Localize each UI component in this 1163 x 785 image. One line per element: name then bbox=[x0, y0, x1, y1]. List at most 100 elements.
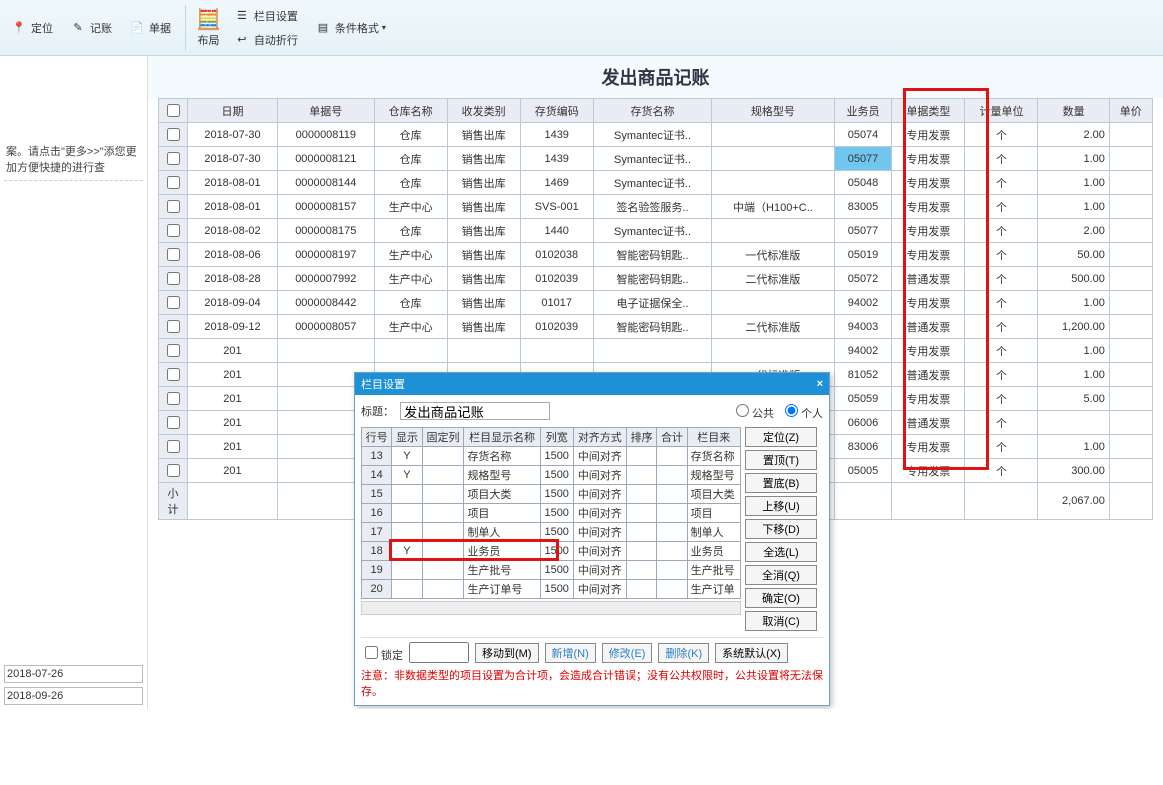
lock-checkbox[interactable]: 锁定 bbox=[361, 643, 403, 663]
dlg-row[interactable]: 19生产批号1500中间对齐生产批号 bbox=[362, 561, 741, 580]
col-header[interactable]: 单据号 bbox=[277, 99, 374, 123]
dialog-titlebar[interactable]: 栏目设置 × bbox=[355, 373, 829, 395]
select-all[interactable] bbox=[159, 99, 188, 123]
hscrollbar[interactable] bbox=[361, 601, 741, 615]
btn-down[interactable]: 下移(D) bbox=[745, 519, 817, 539]
table-row[interactable]: 2018-07-300000008119仓库销售出库1439Symantec证书… bbox=[159, 123, 1153, 147]
cell-doc: 0000008121 bbox=[277, 147, 374, 171]
cell-date: 201 bbox=[188, 339, 278, 363]
col-header[interactable]: 计量单位 bbox=[965, 99, 1038, 123]
row-checkbox[interactable] bbox=[159, 171, 188, 195]
conditional-format-button[interactable]: ▤条件格式 ▾ bbox=[310, 17, 390, 39]
btn-moveto[interactable]: 移动到(M) bbox=[475, 643, 539, 663]
col-header[interactable]: 存货编码 bbox=[520, 99, 593, 123]
moveto-input[interactable] bbox=[409, 642, 469, 663]
btn-up[interactable]: 上移(U) bbox=[745, 496, 817, 516]
col-header[interactable]: 业务员 bbox=[834, 99, 892, 123]
close-icon[interactable]: × bbox=[817, 378, 823, 390]
row-checkbox[interactable] bbox=[159, 291, 188, 315]
table-row[interactable]: 2018-08-010000008144仓库销售出库1469Symantec证书… bbox=[159, 171, 1153, 195]
col-header[interactable]: 规格型号 bbox=[712, 99, 834, 123]
dlg-row[interactable]: 16项目1500中间对齐项目 bbox=[362, 504, 741, 523]
table-row[interactable]: 2018-08-280000007992生产中心销售出库0102039智能密码钥… bbox=[159, 267, 1153, 291]
table-row[interactable]: 2018-09-120000008057生产中心销售出库0102039智能密码钥… bbox=[159, 315, 1153, 339]
cell-unit: 个 bbox=[965, 147, 1038, 171]
col-header[interactable]: 收发类别 bbox=[447, 99, 520, 123]
table-row[interactable]: 20194002专用发票个1.00 bbox=[159, 339, 1153, 363]
row-checkbox[interactable] bbox=[159, 411, 188, 435]
btn-sysdefault[interactable]: 系统默认(X) bbox=[715, 643, 788, 663]
cell-qty: 1.00 bbox=[1038, 171, 1109, 195]
table-row[interactable]: 2018-07-300000008121仓库销售出库1439Symantec证书… bbox=[159, 147, 1153, 171]
dlg-col-header[interactable]: 栏目显示名称 bbox=[464, 428, 540, 447]
dlg-col-header[interactable]: 列宽 bbox=[540, 428, 573, 447]
col-header[interactable]: 单据类型 bbox=[892, 99, 965, 123]
cell-doc: 0000008442 bbox=[277, 291, 374, 315]
table-row[interactable]: 2018-08-060000008197生产中心销售出库0102038智能密码钥… bbox=[159, 243, 1153, 267]
cell-type: 专用发票 bbox=[892, 339, 965, 363]
cell-spec bbox=[712, 291, 834, 315]
dlg-row[interactable]: 15项目大类1500中间对齐项目大类 bbox=[362, 485, 741, 504]
row-checkbox[interactable] bbox=[159, 435, 188, 459]
dlg-col-header[interactable]: 合计 bbox=[657, 428, 687, 447]
row-checkbox[interactable] bbox=[159, 195, 188, 219]
cell-date: 2018-09-04 bbox=[188, 291, 278, 315]
row-checkbox[interactable] bbox=[159, 267, 188, 291]
btn-none[interactable]: 全消(Q) bbox=[745, 565, 817, 585]
btn-ok[interactable]: 确定(O) bbox=[745, 588, 817, 608]
btn-top[interactable]: 置顶(T) bbox=[745, 450, 817, 470]
dlg-row[interactable]: 20生产订单号1500中间对齐生产订单 bbox=[362, 580, 741, 599]
columns-table[interactable]: 行号显示固定列栏目显示名称列宽对齐方式排序合计栏目来 13Y存货名称1500中间… bbox=[361, 427, 741, 599]
dlg-col-header[interactable]: 排序 bbox=[626, 428, 656, 447]
row-checkbox[interactable] bbox=[159, 363, 188, 387]
dlg-col-header[interactable]: 显示 bbox=[392, 428, 422, 447]
col-header[interactable]: 仓库名称 bbox=[374, 99, 447, 123]
btn-del[interactable]: 删除(K) bbox=[658, 643, 709, 663]
dlg-row[interactable]: 13Y存货名称1500中间对齐存货名称 bbox=[362, 447, 741, 466]
dlg-col-header[interactable]: 固定列 bbox=[422, 428, 464, 447]
col-header[interactable]: 数量 bbox=[1038, 99, 1109, 123]
dlg-col-header[interactable]: 行号 bbox=[362, 428, 392, 447]
row-checkbox[interactable] bbox=[159, 123, 188, 147]
cell-name: 电子证据保全.. bbox=[593, 291, 712, 315]
btn-bottom[interactable]: 置底(B) bbox=[745, 473, 817, 493]
column-settings-button[interactable]: ☰栏目设置 bbox=[229, 5, 302, 27]
row-checkbox[interactable] bbox=[159, 243, 188, 267]
table-row[interactable]: 2018-08-020000008175仓库销售出库1440Symantec证书… bbox=[159, 219, 1153, 243]
voucher-button[interactable]: 📄单据 bbox=[124, 17, 175, 39]
btn-all[interactable]: 全选(L) bbox=[745, 542, 817, 562]
radio-public[interactable]: 公共 bbox=[731, 401, 774, 421]
row-checkbox[interactable] bbox=[159, 459, 188, 483]
btn-edit[interactable]: 修改(E) bbox=[602, 643, 653, 663]
row-checkbox[interactable] bbox=[159, 339, 188, 363]
dlg-col-header[interactable]: 栏目来 bbox=[687, 428, 740, 447]
table-row[interactable]: 2018-08-010000008157生产中心销售出库SVS-001签名验签服… bbox=[159, 195, 1153, 219]
date-from[interactable]: 2018-07-26 bbox=[4, 665, 143, 683]
layout-icon[interactable]: 🧮 bbox=[196, 7, 221, 32]
dlg-row[interactable]: 18Y业务员1500中间对齐业务员 bbox=[362, 542, 741, 561]
row-checkbox[interactable] bbox=[159, 315, 188, 339]
row-checkbox[interactable] bbox=[159, 147, 188, 171]
autowrap-button[interactable]: ↩自动折行 bbox=[229, 29, 302, 51]
locate-button[interactable]: 📍定位 bbox=[6, 17, 57, 39]
cell-code: 1439 bbox=[520, 147, 593, 171]
title-input[interactable] bbox=[400, 402, 550, 420]
col-header[interactable]: 存货名称 bbox=[593, 99, 712, 123]
dlg-row[interactable]: 14Y规格型号1500中间对齐规格型号 bbox=[362, 466, 741, 485]
cell-cat: 销售出库 bbox=[447, 315, 520, 339]
btn-cancel[interactable]: 取消(C) bbox=[745, 611, 817, 631]
dlg-col-header[interactable]: 对齐方式 bbox=[573, 428, 626, 447]
radio-private[interactable]: 个人 bbox=[780, 401, 823, 421]
row-checkbox[interactable] bbox=[159, 219, 188, 243]
col-header[interactable]: 日期 bbox=[188, 99, 278, 123]
cell-spec bbox=[712, 171, 834, 195]
table-row[interactable]: 2018-09-040000008442仓库销售出库01017电子证据保全..9… bbox=[159, 291, 1153, 315]
btn-add[interactable]: 新增(N) bbox=[545, 643, 596, 663]
dlg-row[interactable]: 17制单人1500中间对齐制单人 bbox=[362, 523, 741, 542]
btn-locate[interactable]: 定位(Z) bbox=[745, 427, 817, 447]
date-to[interactable]: 2018-09-26 bbox=[4, 687, 143, 705]
col-header[interactable]: 单价 bbox=[1109, 99, 1152, 123]
ledger-button[interactable]: ✎记账 bbox=[65, 17, 116, 39]
cell-code: 1469 bbox=[520, 171, 593, 195]
row-checkbox[interactable] bbox=[159, 387, 188, 411]
